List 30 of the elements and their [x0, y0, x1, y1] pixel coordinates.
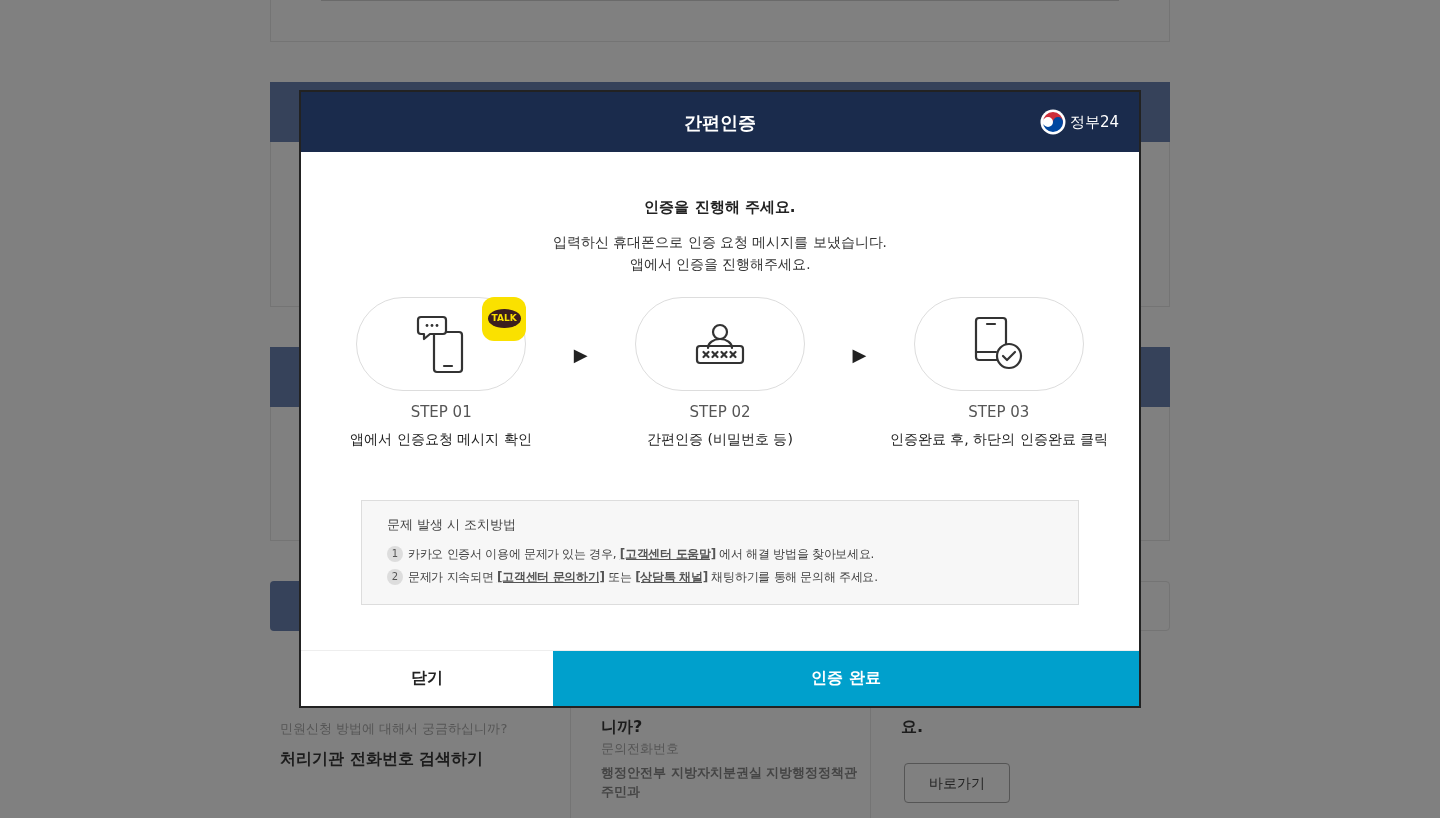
talk-badge: TALK	[482, 296, 527, 341]
emblem-icon	[1039, 109, 1066, 135]
phone-check-icon	[973, 315, 1024, 372]
step-description: 간편인증 (비밀번호 등)	[647, 430, 793, 449]
message-text: 앱에서 인증을 진행해주세요.	[629, 254, 811, 274]
search-link[interactable]: 처리기관 전화번호 검색하기	[280, 746, 484, 771]
step-label: STEP 01	[410, 401, 472, 423]
help-link[interactable]: [고객센터 도움말]	[619, 546, 716, 561]
department-text: 행정안전부 지방자치분권실 지방행정정책관 주민과	[601, 763, 859, 801]
step-arrow: ▶	[573, 342, 588, 367]
message-text: 입력하신 휴대폰으로 인증 요청 메시지를 보냈습니다.	[553, 232, 887, 252]
user-password-icon	[695, 321, 745, 366]
step-label: STEP 03	[968, 401, 1030, 423]
help-title: 문제 발생 시 조치방법	[387, 516, 517, 534]
help-link[interactable]: [상담톡 채널]	[635, 569, 708, 584]
modal-heading: 인증을 진행해 주세요.	[644, 197, 796, 218]
question-text: 니까?	[601, 716, 643, 738]
question-text: 요.	[901, 716, 924, 738]
number-badge: 1	[387, 545, 403, 562]
help-link[interactable]: [고객센터 문의하기]	[496, 569, 605, 584]
step-label: STEP 02	[689, 401, 751, 423]
shortcut-button[interactable]: 바로가기	[904, 763, 1010, 803]
help-text: 문제가 지속되면 [고객센터 문의하기] 또는 [상담톡 채널] 채팅하기를 통해 문의해 주세요.	[408, 568, 878, 586]
step-description: 인증완료 후, 하단의 인증완료 클릭	[889, 430, 1108, 449]
help-text: 카카오 인증서 이용에 문제가 있는 경우, [고객센터 도움말] 에서 해결 방법을 찾아보세요.	[408, 545, 874, 563]
step-arrow: ▶	[852, 342, 867, 367]
number-badge: 2	[387, 568, 403, 585]
step-description: 앱에서 인증요청 메시지 확인	[350, 430, 532, 449]
logo-text: 정부24	[1069, 111, 1119, 133]
modal-title: 간편인증	[684, 110, 756, 135]
